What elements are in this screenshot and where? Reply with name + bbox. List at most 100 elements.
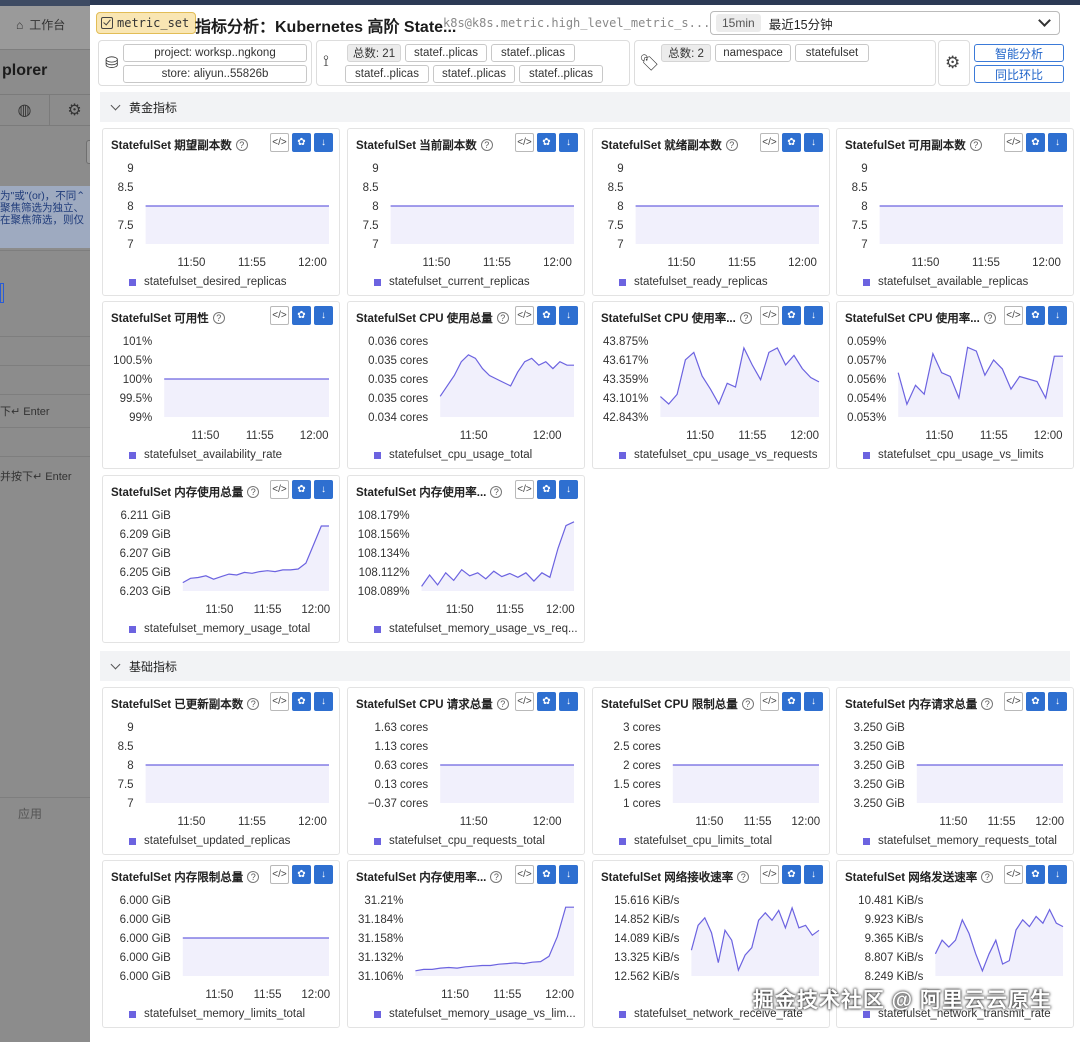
- download-icon[interactable]: ↓: [314, 692, 333, 711]
- gear-icon[interactable]: ⚙: [945, 53, 960, 73]
- download-icon[interactable]: ↓: [804, 306, 823, 325]
- download-icon[interactable]: ↓: [559, 865, 578, 884]
- help-icon[interactable]: ?: [496, 312, 509, 324]
- code-icon[interactable]: </>: [270, 480, 289, 499]
- entity-chip[interactable]: statef..plicas: [405, 44, 487, 62]
- download-icon[interactable]: ↓: [559, 133, 578, 152]
- download-icon[interactable]: ↓: [314, 306, 333, 325]
- store-chip[interactable]: store: aliyun..55826b: [123, 65, 307, 83]
- smart-analysis-button[interactable]: 智能分析: [974, 44, 1064, 62]
- analyze-icon[interactable]: ✿: [1026, 692, 1045, 711]
- code-icon[interactable]: </>: [760, 865, 779, 884]
- code-icon[interactable]: </>: [515, 306, 534, 325]
- card-legend[interactable]: statefulset_ready_replicas: [619, 276, 768, 288]
- help-icon[interactable]: ?: [235, 139, 248, 151]
- card-legend[interactable]: statefulset_memory_usage_total: [129, 623, 310, 635]
- code-icon[interactable]: </>: [760, 306, 779, 325]
- card-legend[interactable]: statefulset_memory_usage_vs_lim...: [374, 1008, 576, 1020]
- background-input-edge[interactable]: [0, 283, 4, 303]
- card-legend[interactable]: statefulset_available_replicas: [863, 276, 1028, 288]
- card-legend[interactable]: statefulset_memory_usage_vs_req...: [374, 623, 578, 635]
- background-nav[interactable]: ⌂ 工作台: [0, 0, 100, 50]
- entity-chip[interactable]: statef..plicas: [491, 44, 575, 62]
- analyze-icon[interactable]: ✿: [537, 306, 556, 325]
- download-icon[interactable]: ↓: [559, 692, 578, 711]
- card-legend[interactable]: statefulset_current_replicas: [374, 276, 530, 288]
- analyze-icon[interactable]: ✿: [292, 306, 311, 325]
- download-icon[interactable]: ↓: [1048, 865, 1067, 884]
- entity-chip[interactable]: statef..plicas: [433, 65, 515, 83]
- help-icon[interactable]: ?: [247, 871, 260, 883]
- analyze-icon[interactable]: ✿: [537, 692, 556, 711]
- help-icon[interactable]: ?: [247, 698, 260, 710]
- card-legend[interactable]: statefulset_cpu_usage_vs_requests: [619, 449, 817, 461]
- help-icon[interactable]: ?: [490, 486, 503, 498]
- analyze-icon[interactable]: ✿: [292, 480, 311, 499]
- globe-icon[interactable]: ◍: [0, 95, 50, 125]
- entity-chip[interactable]: statef..plicas: [519, 65, 603, 83]
- analyze-icon[interactable]: ✿: [537, 865, 556, 884]
- help-icon[interactable]: ?: [737, 871, 750, 883]
- analyze-icon[interactable]: ✿: [782, 306, 801, 325]
- download-icon[interactable]: ↓: [314, 133, 333, 152]
- help-icon[interactable]: ?: [212, 312, 225, 324]
- help-icon[interactable]: ?: [490, 871, 503, 883]
- code-icon[interactable]: </>: [515, 692, 534, 711]
- apply-button[interactable]: 应用: [18, 805, 42, 822]
- help-icon[interactable]: ?: [480, 139, 493, 151]
- code-icon[interactable]: </>: [760, 133, 779, 152]
- project-chip[interactable]: project: worksp..ngkong: [123, 44, 307, 62]
- help-icon[interactable]: ?: [981, 698, 994, 710]
- analyze-icon[interactable]: ✿: [782, 133, 801, 152]
- code-icon[interactable]: </>: [270, 133, 289, 152]
- label-chip-namespace[interactable]: namespace: [715, 44, 791, 62]
- help-icon[interactable]: ?: [983, 312, 996, 324]
- help-icon[interactable]: ?: [725, 139, 738, 151]
- download-icon[interactable]: ↓: [804, 865, 823, 884]
- code-icon[interactable]: </>: [515, 133, 534, 152]
- help-icon[interactable]: ?: [496, 698, 509, 710]
- analyze-icon[interactable]: ✿: [1026, 133, 1045, 152]
- code-icon[interactable]: </>: [1004, 133, 1023, 152]
- card-legend[interactable]: statefulset_updated_replicas: [129, 835, 290, 847]
- download-icon[interactable]: ↓: [1048, 133, 1067, 152]
- code-icon[interactable]: </>: [270, 306, 289, 325]
- download-icon[interactable]: ↓: [314, 480, 333, 499]
- analyze-icon[interactable]: ✿: [292, 865, 311, 884]
- code-icon[interactable]: </>: [1004, 865, 1023, 884]
- card-legend[interactable]: statefulset_cpu_limits_total: [619, 835, 772, 847]
- analyze-icon[interactable]: ✿: [1026, 306, 1045, 325]
- download-icon[interactable]: ↓: [1048, 692, 1067, 711]
- download-icon[interactable]: ↓: [1048, 306, 1067, 325]
- analyze-icon[interactable]: ✿: [292, 692, 311, 711]
- download-icon[interactable]: ↓: [559, 480, 578, 499]
- help-icon[interactable]: ?: [739, 312, 752, 324]
- code-icon[interactable]: </>: [760, 692, 779, 711]
- code-icon[interactable]: </>: [515, 865, 534, 884]
- code-icon[interactable]: </>: [270, 692, 289, 711]
- card-legend[interactable]: statefulset_cpu_requests_total: [374, 835, 545, 847]
- section-basic-metrics[interactable]: 基础指标: [100, 651, 1070, 681]
- help-icon[interactable]: ?: [981, 871, 994, 883]
- analyze-icon[interactable]: ✿: [782, 692, 801, 711]
- compare-button[interactable]: 同比环比: [974, 65, 1064, 83]
- analyze-icon[interactable]: ✿: [537, 133, 556, 152]
- help-icon[interactable]: ?: [741, 698, 754, 710]
- label-chip-statefulset[interactable]: statefulset: [795, 44, 869, 62]
- card-legend[interactable]: statefulset_memory_limits_total: [129, 1008, 305, 1020]
- card-legend[interactable]: statefulset_memory_requests_total: [863, 835, 1057, 847]
- code-icon[interactable]: </>: [270, 865, 289, 884]
- download-icon[interactable]: ↓: [314, 865, 333, 884]
- section-golden-metrics[interactable]: 黄金指标: [100, 92, 1070, 122]
- analyze-icon[interactable]: ✿: [1026, 865, 1045, 884]
- download-icon[interactable]: ↓: [559, 306, 578, 325]
- analyze-icon[interactable]: ✿: [537, 480, 556, 499]
- help-icon[interactable]: ?: [247, 486, 260, 498]
- card-legend[interactable]: statefulset_cpu_usage_vs_limits: [863, 449, 1044, 461]
- download-icon[interactable]: ↓: [804, 692, 823, 711]
- help-icon[interactable]: ?: [969, 139, 982, 151]
- analyze-icon[interactable]: ✿: [292, 133, 311, 152]
- code-icon[interactable]: </>: [1004, 692, 1023, 711]
- code-icon[interactable]: </>: [1004, 306, 1023, 325]
- analyze-icon[interactable]: ✿: [782, 865, 801, 884]
